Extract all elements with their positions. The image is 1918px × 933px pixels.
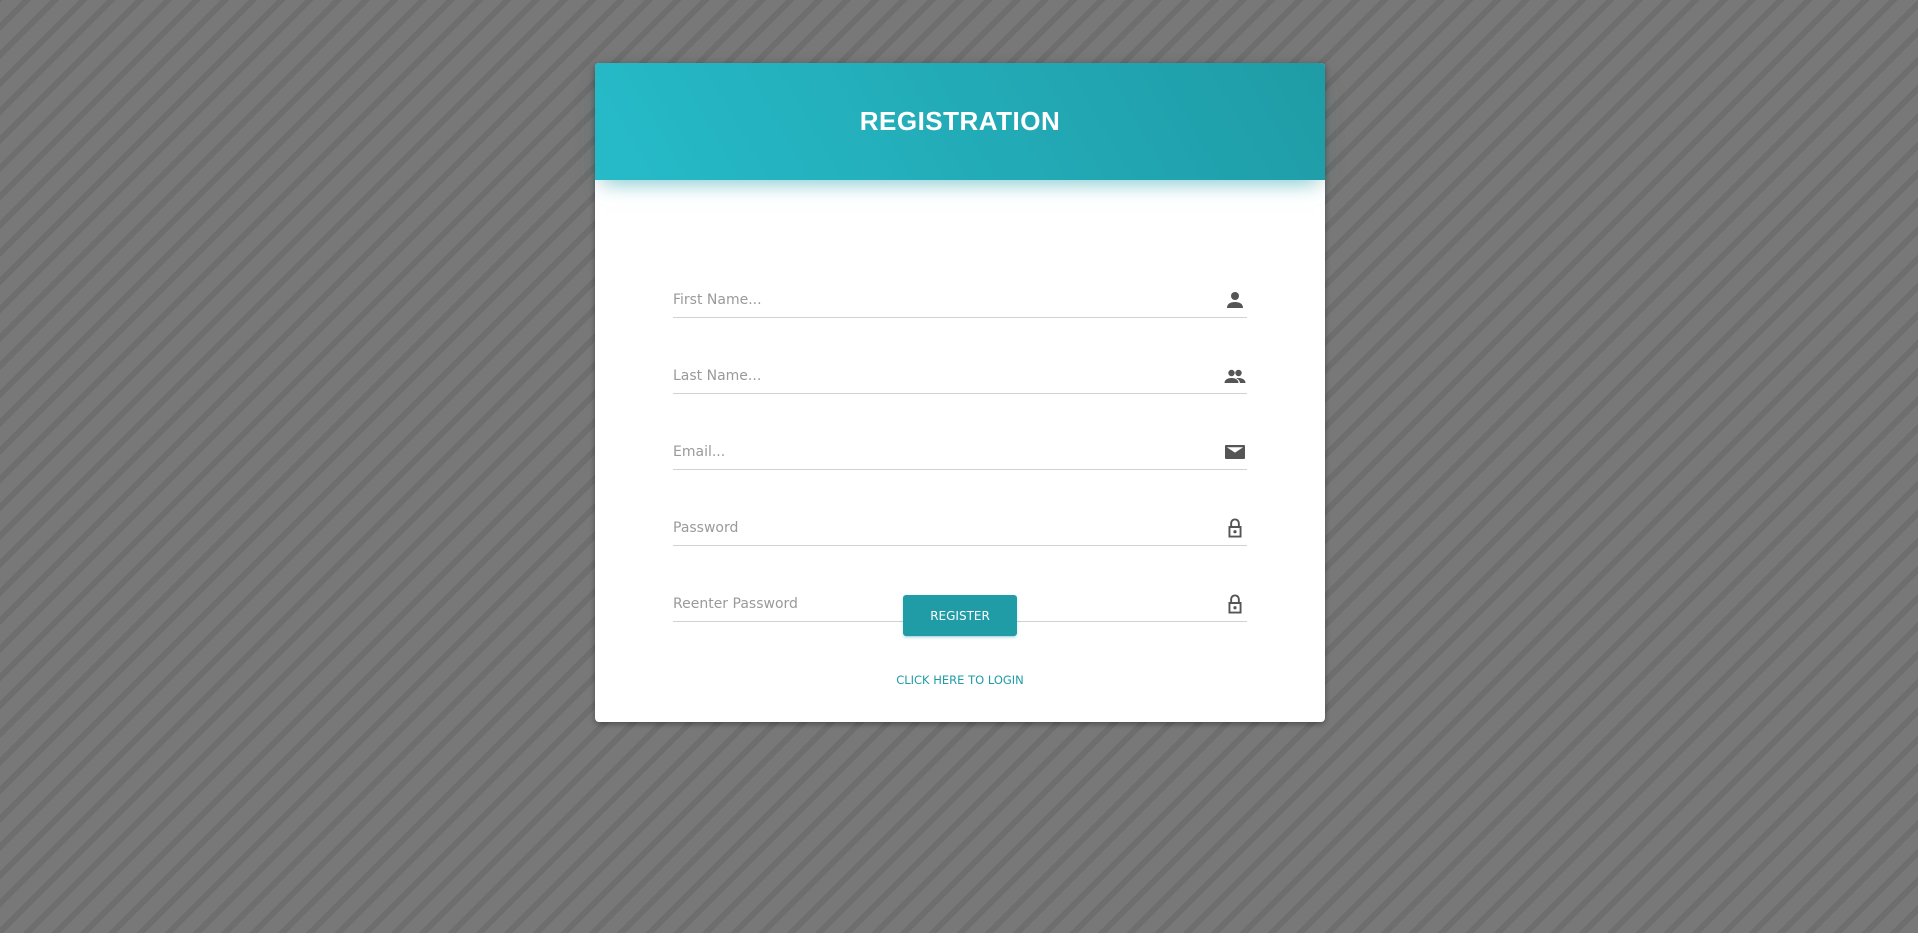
person-icon	[1223, 288, 1247, 312]
lock-icon	[1223, 592, 1247, 616]
last-name-field	[673, 359, 1247, 394]
lock-icon	[1223, 516, 1247, 540]
email-input[interactable]	[673, 435, 1193, 469]
password-input[interactable]	[673, 511, 1193, 545]
password-field	[673, 511, 1247, 546]
page-title: REGISTRATION	[859, 106, 1061, 136]
register-button[interactable]: REGISTER	[903, 595, 1017, 636]
first-name-field	[673, 283, 1247, 318]
mail-icon	[1223, 440, 1247, 464]
people-icon	[1223, 364, 1247, 388]
first-name-input[interactable]	[673, 283, 1193, 317]
login-link[interactable]: CLICK HERE TO LOGIN	[595, 673, 1325, 687]
email-field	[673, 435, 1247, 470]
registration-card: REGISTRATION REGISTER CLICK HERE TO LOGI…	[595, 63, 1325, 722]
last-name-input[interactable]	[673, 359, 1193, 393]
card-header: REGISTRATION	[595, 63, 1325, 180]
